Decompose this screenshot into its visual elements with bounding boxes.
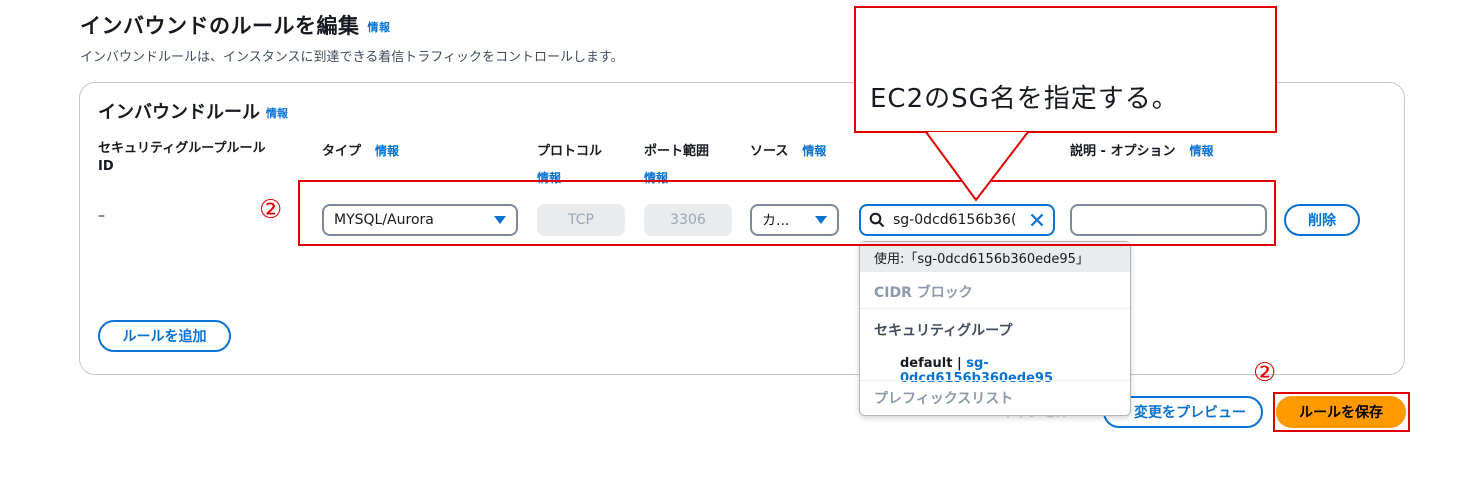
panel-title-text: インバウンドルール [98,102,260,123]
panel-title-info-link[interactable]: 情報 [266,107,288,120]
delete-rule-button[interactable]: 削除 [1284,204,1360,236]
page-description: インバウンドルールは、インスタンスに到達できる着信トラフィックをコントロールしま… [80,50,624,65]
col-header-port-text: ポート範囲 [644,144,710,159]
col-header-protocol: プロトコル [537,140,602,159]
type-info-link[interactable]: 情報 [375,144,399,158]
dropdown-group-security-groups: セキュリティグループ [874,323,1013,339]
page-title-info-link[interactable]: 情報 [368,21,391,34]
dropdown-group-prefix-list: プレフィックスリスト [874,391,1014,407]
source-dropdown: 使用:「sg-0dcd6156b360ede95」 CIDR ブロック セキュリ… [859,241,1131,416]
dropdown-divider [860,380,1130,381]
page-title: インバウンドのルールを編集 情報 [80,10,391,40]
col-header-rule-id-line2: ID [98,159,114,174]
col-header-type-text: タイプ [322,144,362,159]
rule-id-value: – [98,208,105,224]
col-header-description-text: 説明 - オプション [1070,144,1176,159]
callout-text: EC2のSG名を指定する。 [870,84,1179,114]
col-header-source-text: ソース [750,144,789,159]
add-rule-button[interactable]: ルールを追加 [98,320,231,352]
annotation-row-highlight [298,180,1276,246]
dropdown-use-option[interactable]: 使用:「sg-0dcd6156b360ede95」 [860,242,1130,272]
col-header-source: ソース 情報 [750,140,826,159]
col-header-type: タイプ 情報 [322,140,399,159]
col-header-rule-id-line1: セキュリティグループルール [98,141,266,156]
dropdown-group-cidr: CIDR ブロック [874,285,973,301]
panel-title: インバウンドルール 情報 [98,98,288,124]
dropdown-sg-option[interactable]: default | sg-0dcd6156b360ede95 [860,356,1130,386]
callout-pointer [925,131,1029,202]
sg-option-name: default | [900,356,967,371]
page-title-text: インバウンドのルールを編集 [80,14,360,38]
annotation-marker: ② [1253,358,1277,388]
dropdown-divider [860,308,1130,309]
col-header-rule-id: セキュリティグループルール ID [98,140,298,176]
col-header-port-range: ポート範囲 [644,140,709,159]
annotation-save-highlight [1273,392,1410,432]
source-info-link[interactable]: 情報 [802,144,826,158]
description-info-link[interactable]: 情報 [1189,144,1213,158]
preview-changes-label: 変更をプレビュー [1134,405,1246,421]
col-header-protocol-text: プロトコル [537,144,603,159]
col-header-description: 説明 - オプション 情報 [1070,140,1213,159]
annotation-marker: ② [259,195,283,225]
